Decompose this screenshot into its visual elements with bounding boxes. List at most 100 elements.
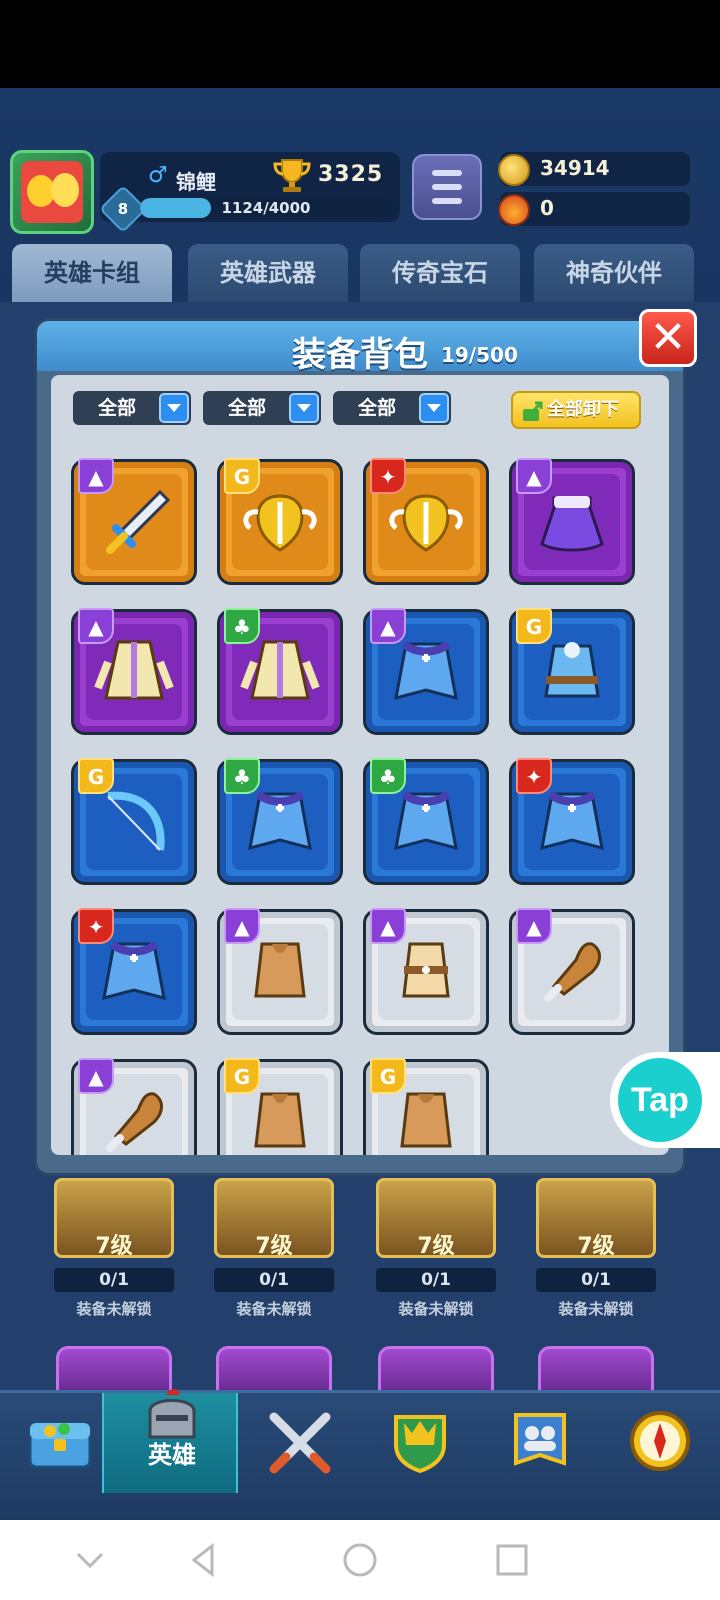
hero-equip-count: 0/1 (214, 1268, 334, 1292)
green-grade-tag-icon: ♣ (224, 758, 260, 794)
player-level: 8 (117, 200, 129, 218)
bow-icon (107, 791, 165, 851)
cape-icon (540, 790, 604, 851)
vest-icon (254, 942, 306, 998)
nav-guild[interactable] (360, 1393, 480, 1493)
equipment-slot[interactable]: G (71, 758, 197, 885)
equipment-slot[interactable]: ✦ (71, 908, 197, 1035)
equipment-slot[interactable]: G (217, 458, 343, 585)
status-bar (0, 0, 720, 88)
purple-grade-tag-icon: ▲ (370, 608, 406, 644)
gold-count: 34914 (540, 156, 610, 180)
taptap-floating-badge[interactable]: Tap (610, 1052, 720, 1148)
nav-team[interactable] (480, 1393, 600, 1493)
nav-heroes-label: 英雄 (148, 1441, 196, 1469)
equipment-slot[interactable]: G (509, 608, 635, 735)
player-avatar[interactable] (10, 150, 94, 234)
back-triangle-icon[interactable] (184, 1540, 224, 1580)
winged-shield-icon (389, 494, 463, 552)
robe-icon (240, 640, 320, 700)
hero-level: 7级 (95, 1234, 133, 1259)
tab-magic-partners[interactable]: 神奇伙伴 (534, 244, 694, 302)
nav-heroes[interactable]: 英雄 (102, 1389, 238, 1493)
cape-icon (102, 940, 166, 1001)
hero-equip-count: 0/1 (54, 1268, 174, 1292)
equipment-slot[interactable]: ▲ (71, 1058, 197, 1155)
nav-battle[interactable] (240, 1393, 360, 1493)
team-banner-icon (514, 1413, 566, 1466)
gold-coin-icon (498, 154, 530, 186)
purple-grade-tag-icon: ▲ (516, 458, 552, 494)
equipment-slot[interactable]: ♣ (363, 758, 489, 885)
purple-grade-tag-icon: ▲ (78, 608, 114, 644)
equipment-slot[interactable]: G (217, 1058, 343, 1155)
tap-label: Tap (631, 1081, 689, 1119)
trophy-count: 3325 (318, 162, 384, 187)
chevron-down-icon (159, 393, 189, 423)
equipment-slot[interactable]: ✦ (363, 458, 489, 585)
knight-helmet-icon (148, 1389, 196, 1439)
back-chevron-icon[interactable] (70, 1540, 110, 1580)
fire-token-count: 0 (540, 196, 554, 220)
equipment-slot[interactable]: G (363, 1058, 489, 1155)
leather-armor-icon (402, 942, 450, 998)
sword-icon (106, 489, 171, 554)
unequip-all-button[interactable]: 全部卸下 (511, 391, 641, 429)
club-icon (544, 942, 601, 1002)
tab-hero-weapons[interactable]: 英雄武器 (188, 244, 348, 302)
equipment-slot[interactable]: ✦ (509, 758, 635, 885)
coat-icon (544, 642, 600, 698)
equipment-slot[interactable]: ♣ (217, 608, 343, 735)
hero-equip-count: 0/1 (536, 1268, 656, 1292)
unequip-icon (523, 401, 543, 421)
gold-grade-tag-icon: G (78, 758, 114, 794)
home-circle-icon[interactable] (340, 1540, 380, 1580)
equip-locked-label: 装备未解锁 (398, 1300, 474, 1318)
equipment-slot[interactable]: ♣ (217, 758, 343, 885)
filter-dropdown-1[interactable]: 全部 (73, 391, 191, 425)
purple-grade-tag-icon: ▲ (370, 908, 406, 944)
red-grade-tag-icon: ✦ (370, 458, 406, 494)
equipment-slot[interactable]: ▲ (509, 908, 635, 1035)
hero-level: 7级 (417, 1234, 455, 1259)
cape-icon (394, 640, 458, 701)
gold-grade-tag-icon: G (516, 608, 552, 644)
cape-icon (394, 790, 458, 851)
bag-body: 全部 全部 全部 全部卸下 ▲ G ✦ ▲ ▲ ♣ ▲ G G ♣ ♣ ✦ ✦ ▲ ▲ ▲ ▲ G G (51, 375, 669, 1155)
unequip-all-label: 全部卸下 (547, 399, 619, 420)
green-grade-tag-icon: ♣ (370, 758, 406, 794)
filter-label: 全部 (227, 397, 266, 419)
filter-dropdown-2[interactable]: 全部 (203, 391, 321, 425)
equipment-slot[interactable]: ▲ (217, 908, 343, 1035)
filter-dropdown-3[interactable]: 全部 (333, 391, 451, 425)
purple-grade-tag-icon: ▲ (78, 1058, 114, 1094)
crown-shield-icon (394, 1415, 446, 1474)
equipment-slot[interactable]: ▲ (509, 458, 635, 585)
equipment-slot[interactable]: ▲ (363, 908, 489, 1035)
close-button[interactable]: ✕ (639, 309, 697, 367)
equipment-slot[interactable]: ▲ (71, 608, 197, 735)
chevron-down-icon (419, 393, 449, 423)
equipment-slot[interactable]: ▲ (71, 458, 197, 585)
tab-hero-deck[interactable]: 英雄卡组 (12, 244, 172, 302)
equip-locked-label: 装备未解锁 (76, 1300, 152, 1318)
cape-icon (248, 790, 312, 851)
equipment-slot[interactable]: ▲ (363, 608, 489, 735)
xp-text: 1124/4000 (221, 199, 311, 217)
recents-square-icon[interactable] (492, 1540, 532, 1580)
nav-explore[interactable] (600, 1393, 720, 1493)
bag-capacity: 19/500 (441, 343, 518, 367)
equip-locked-label: 装备未解锁 (558, 1300, 634, 1318)
hamburger-menu-icon[interactable] (412, 154, 482, 220)
vest-icon (254, 1092, 306, 1148)
winged-shield-icon (243, 494, 317, 552)
red-grade-tag-icon: ✦ (78, 908, 114, 944)
purple-grade-tag-icon: ▲ (78, 458, 114, 494)
male-icon: ♂ (148, 163, 168, 188)
tab-legendary-gems[interactable]: 传奇宝石 (360, 244, 520, 302)
club-icon (106, 1092, 163, 1152)
equip-locked-label: 装备未解锁 (236, 1300, 312, 1318)
gold-grade-tag-icon: G (224, 1058, 260, 1094)
modal-title: 装备背包 (292, 335, 428, 375)
robe-icon (94, 640, 174, 700)
